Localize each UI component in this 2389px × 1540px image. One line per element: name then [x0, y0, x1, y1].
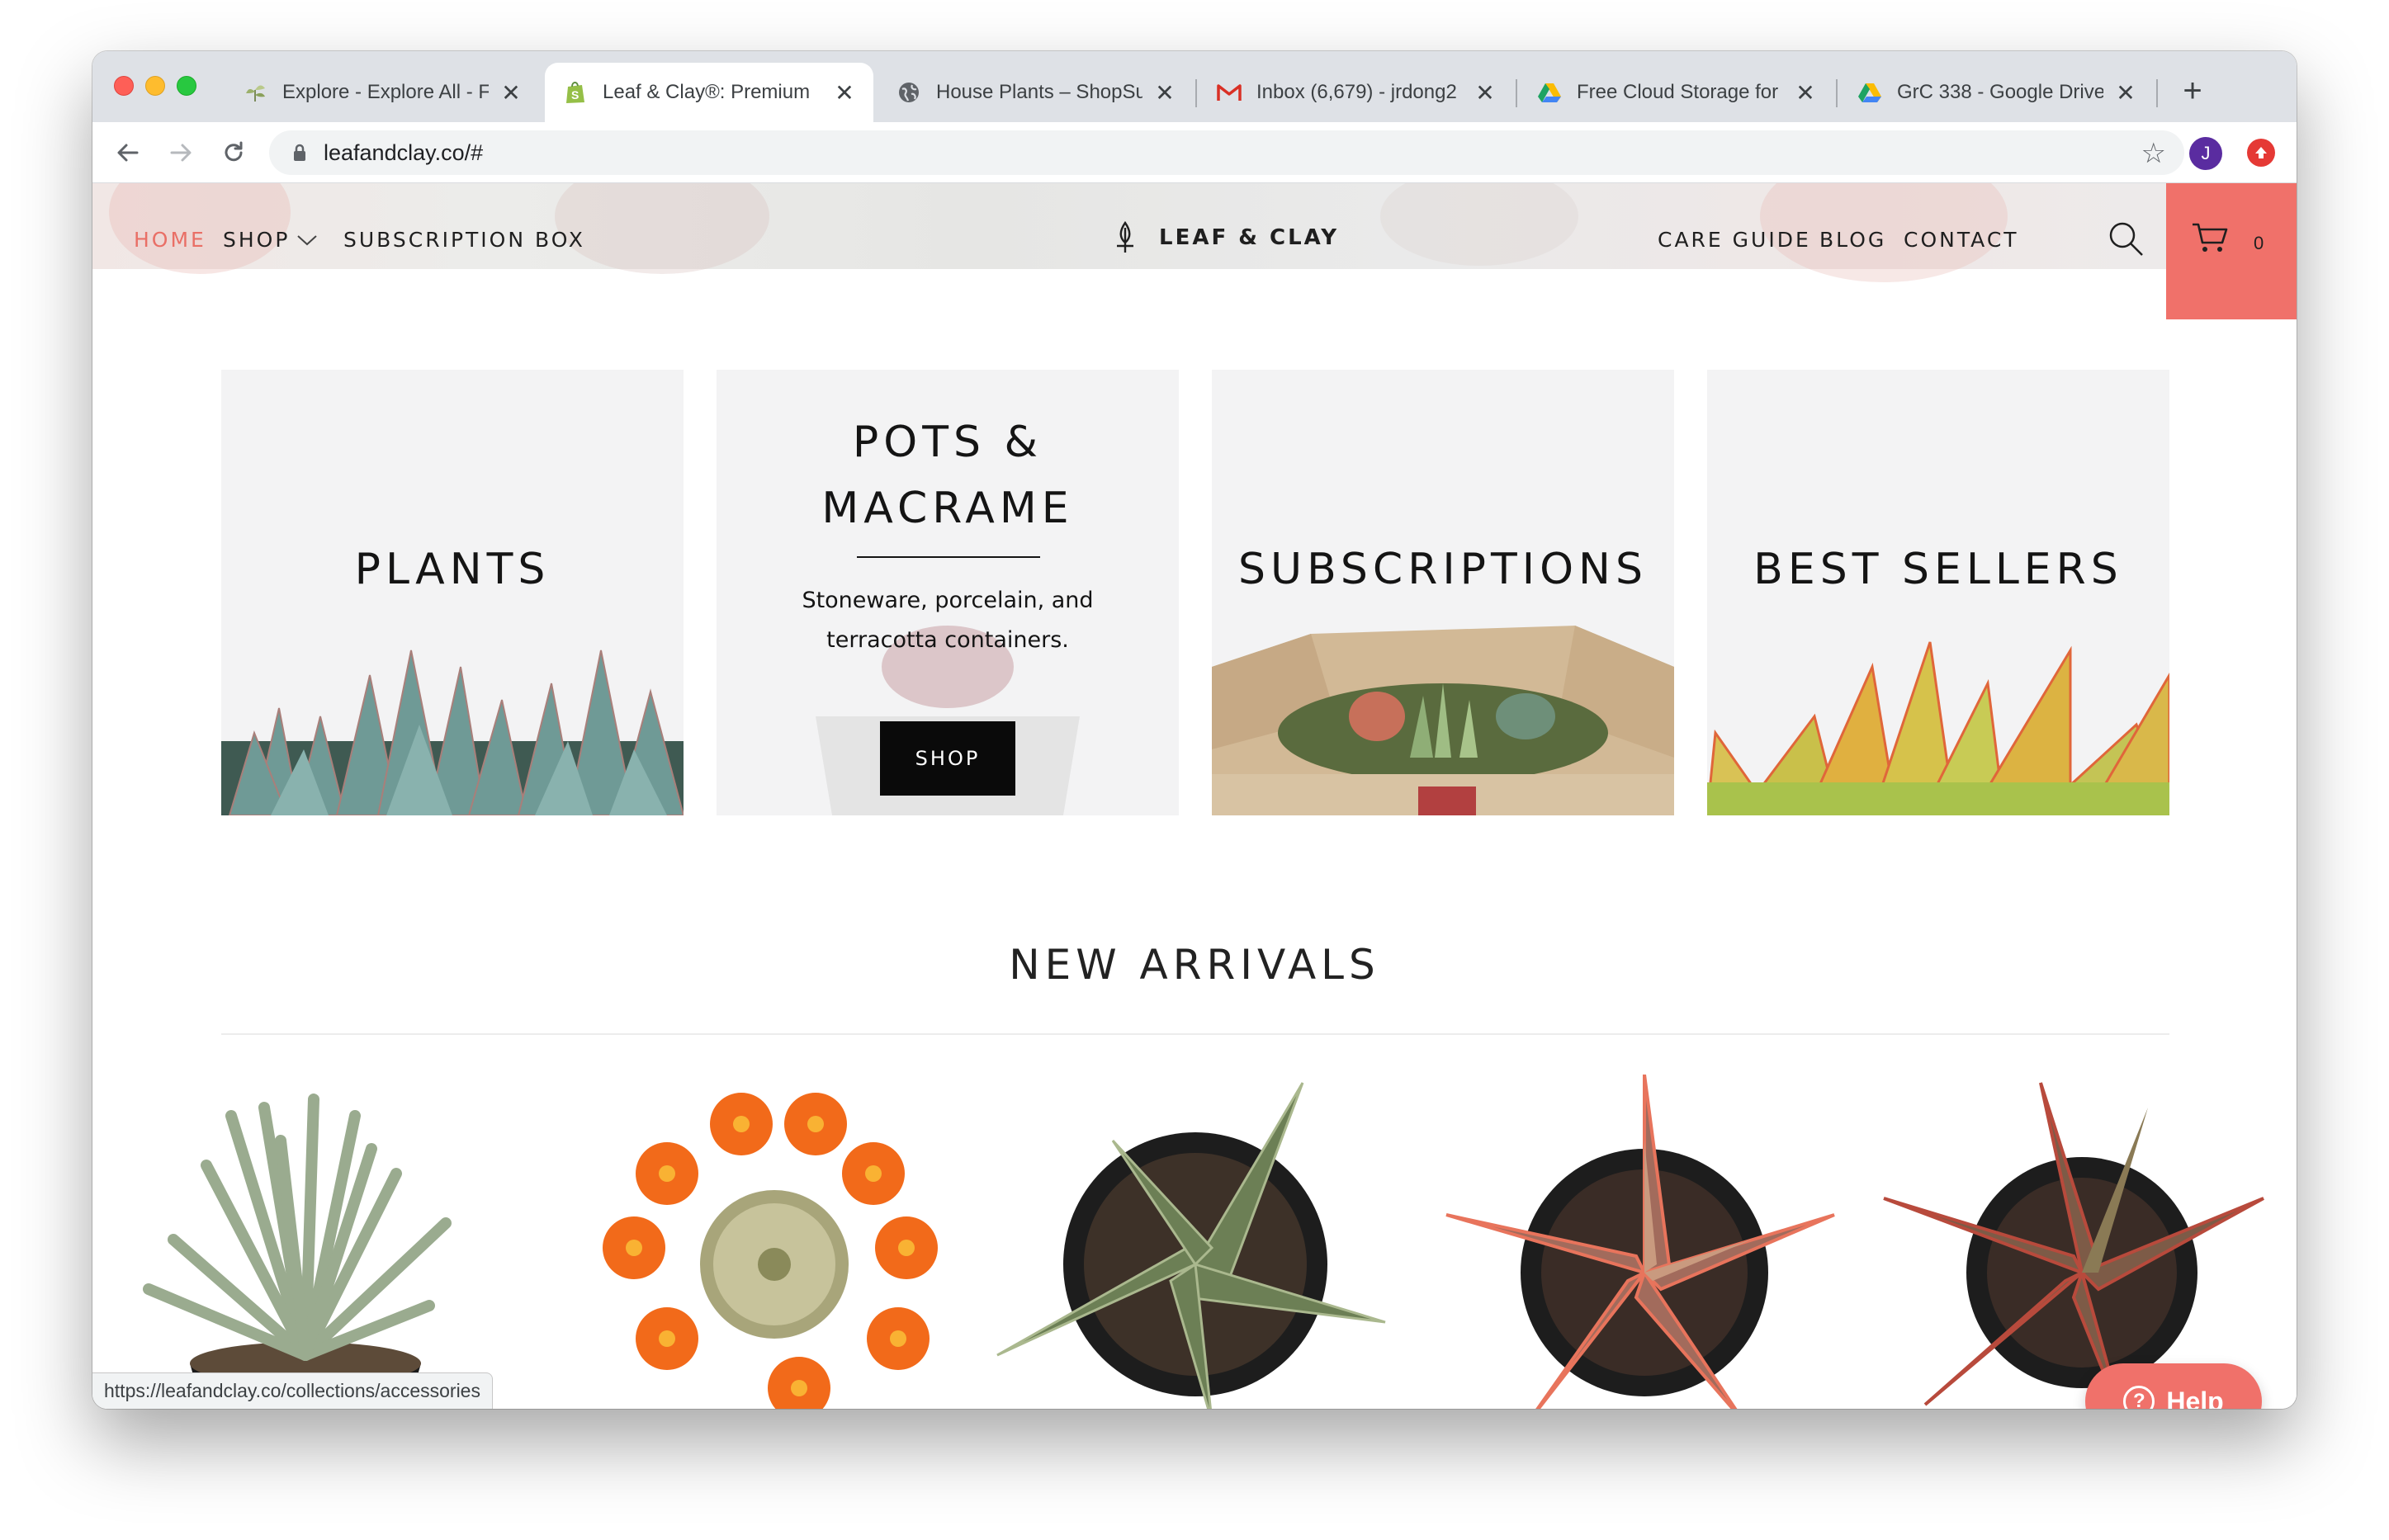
aloe-best-seller-image: [1707, 617, 2169, 815]
category-tile-plants[interactable]: PLANTS: [221, 370, 684, 815]
extension-icon[interactable]: [2247, 139, 2275, 167]
lock-icon: [294, 144, 305, 161]
product-red-aloe-image[interactable]: [1876, 1075, 2288, 1409]
nav-contact[interactable]: CONTACT: [1904, 228, 2019, 252]
product-pink-aloe-image[interactable]: [1438, 1075, 1851, 1409]
help-button[interactable]: ? Help: [2085, 1363, 2262, 1409]
browser-window: Explore - Explore All - F ✕ S Leaf & Cla…: [92, 51, 2297, 1409]
close-tab-icon[interactable]: ✕: [2115, 80, 2136, 106]
tab-title: GrC 338 - Google Drive: [1897, 81, 2103, 103]
tab-separator: [1836, 79, 1838, 107]
tab-inbox[interactable]: Inbox (6,679) - jrdong2 ✕: [1199, 63, 1514, 122]
succulents-image: [221, 617, 684, 815]
product-orange-cactus-image[interactable]: [576, 1075, 989, 1409]
category-title: SUBSCRIPTIONS: [1238, 545, 1648, 594]
title-divider: [857, 556, 1040, 558]
tab-title: House Plants – ShopSu: [936, 81, 1142, 103]
chevron-down-icon[interactable]: [296, 233, 319, 248]
address-bar[interactable]: leafandclay.co/# ☆: [269, 130, 2184, 175]
description-line-2: terracotta containers.: [826, 627, 1069, 653]
description-line-1: Stoneware, porcelain, and: [802, 588, 1094, 613]
new-tab-button[interactable]: +: [2174, 73, 2211, 109]
tab-separator: [2156, 79, 2158, 107]
category-description: Stoneware, porcelain, and terracotta con…: [766, 581, 1129, 660]
subscription-box-image: [1212, 617, 1674, 815]
category-title: PLANTS: [354, 545, 551, 594]
new-arrivals-heading: NEW ARRIVALS: [1009, 941, 1380, 989]
web-page: HOME SHOP SUBSCRIPTION BOX LEAF & CLAY C…: [92, 183, 2297, 1409]
tab-title: Explore - Explore All - F: [282, 81, 489, 103]
tab-free-cloud-storage[interactable]: Free Cloud Storage for ✕: [1519, 63, 1834, 122]
category-tile-subscriptions[interactable]: SUBSCRIPTIONS: [1212, 370, 1674, 815]
nav-shop[interactable]: SHOP: [223, 228, 290, 252]
cart-count: 0: [2254, 233, 2264, 253]
status-bar-link-preview: https://leafandclay.co/collections/acces…: [92, 1372, 493, 1409]
globe-icon: [896, 80, 921, 105]
tab-explore[interactable]: Explore - Explore All - F ✕: [225, 63, 540, 122]
section-divider: [221, 1033, 2169, 1035]
tab-title: Free Cloud Storage for: [1577, 81, 1779, 103]
reload-button[interactable]: [215, 134, 253, 172]
tab-separator: [1195, 79, 1197, 107]
cart-button[interactable]: 0: [2166, 183, 2297, 319]
category-title: BEST SELLERS: [1753, 545, 2123, 594]
back-button[interactable]: [109, 134, 147, 172]
help-label: Help: [2166, 1386, 2224, 1410]
shopify-icon: S: [563, 80, 588, 105]
header-background-decoration: [555, 183, 769, 274]
close-tab-icon[interactable]: ✕: [1154, 80, 1176, 106]
product-aloe-star-image[interactable]: [989, 1075, 1402, 1409]
google-drive-icon: [1537, 80, 1562, 105]
tab-title: Leaf & Clay®: Premium: [603, 81, 811, 103]
brand-name: LEAF & CLAY: [1159, 225, 1340, 250]
category-title-line-1: POTS &: [852, 418, 1043, 467]
shop-button[interactable]: SHOP: [880, 721, 1015, 796]
leaf-logo-icon: [1117, 221, 1133, 253]
google-drive-icon: [1857, 80, 1882, 105]
gmail-icon: [1217, 80, 1242, 105]
reload-icon: [225, 141, 243, 162]
category-title-line-2: MACRAME: [821, 484, 1074, 533]
close-window-button[interactable]: [114, 76, 134, 96]
close-tab-icon[interactable]: ✕: [1795, 80, 1816, 106]
minimize-window-button[interactable]: [145, 76, 165, 96]
tab-leaf-and-clay[interactable]: S Leaf & Clay®: Premium ✕: [545, 63, 873, 122]
browser-toolbar: leafandclay.co/# ☆ J: [92, 122, 2297, 183]
nav-subscription-box[interactable]: SUBSCRIPTION BOX: [343, 228, 585, 252]
tab-title: Inbox (6,679) - jrdong2: [1256, 81, 1457, 103]
cart-icon: [2193, 223, 2228, 252]
zoom-window-button[interactable]: [177, 76, 196, 96]
close-tab-icon[interactable]: ✕: [834, 80, 855, 106]
nav-blog[interactable]: BLOG: [1819, 228, 1886, 252]
tab-strip: Explore - Explore All - F ✕ S Leaf & Cla…: [92, 51, 2297, 122]
tab-grc-338[interactable]: GrC 338 - Google Drive ✕: [1839, 63, 2155, 122]
url-text: leafandclay.co/#: [324, 140, 484, 165]
bookmark-star-icon[interactable]: ☆: [2141, 137, 2166, 170]
nav-home[interactable]: HOME: [134, 228, 206, 252]
back-arrow-icon: [117, 144, 139, 162]
nav-care-guide[interactable]: CARE GUIDE: [1658, 228, 1811, 252]
tab-house-plants[interactable]: House Plants – ShopSu ✕: [878, 63, 1194, 122]
category-tile-best-sellers[interactable]: BEST SELLERS: [1707, 370, 2169, 815]
close-tab-icon[interactable]: ✕: [500, 80, 522, 106]
category-tile-pots-macrame[interactable]: POTS & MACRAME Stoneware, porcelain, and…: [717, 370, 1179, 815]
forward-button[interactable]: [162, 134, 200, 172]
profile-avatar[interactable]: J: [2189, 137, 2222, 170]
header-background-decoration: [1380, 183, 1578, 266]
close-tab-icon[interactable]: ✕: [1474, 80, 1496, 106]
question-icon: ?: [2123, 1386, 2155, 1409]
brand-logo[interactable]: LEAF & CLAY: [1113, 221, 1339, 254]
explore-plant-icon: [243, 80, 267, 105]
svg-text:S: S: [571, 88, 579, 102]
tab-separator: [1516, 79, 1517, 107]
search-icon[interactable]: [2107, 220, 2145, 257]
forward-arrow-icon: [170, 144, 192, 162]
product-haworthia-image[interactable]: [99, 1075, 512, 1409]
